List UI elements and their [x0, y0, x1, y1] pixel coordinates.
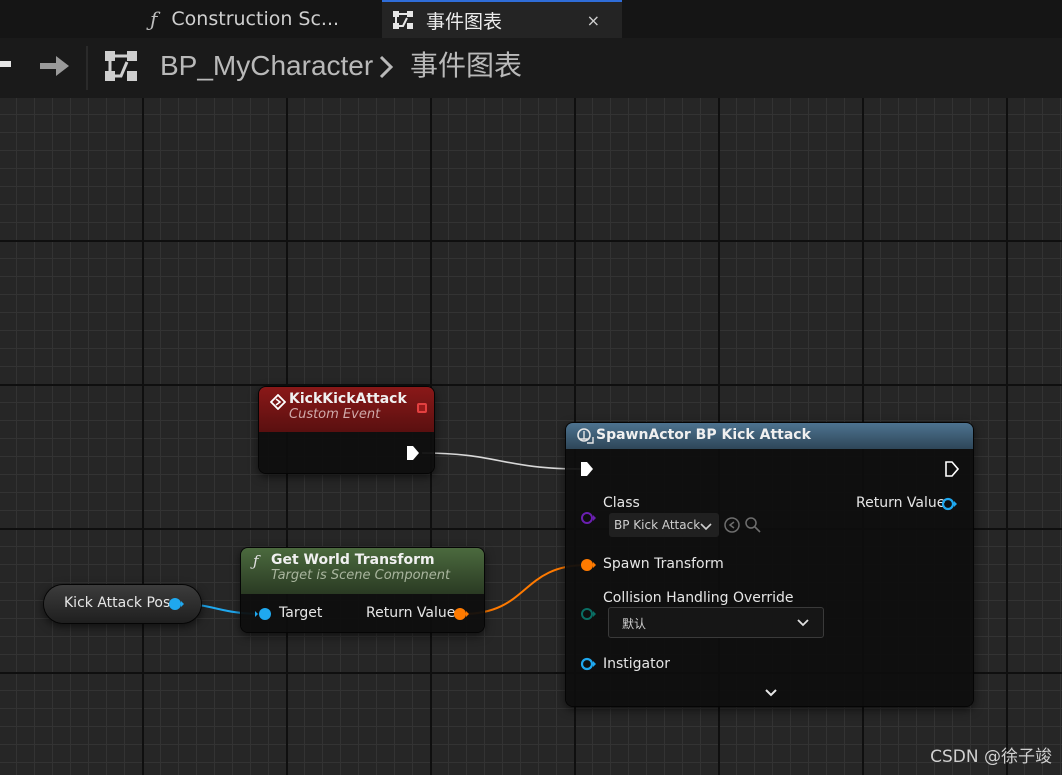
- pin-label-spawn-transform: Spawn Transform: [603, 556, 724, 572]
- delegate-pin[interactable]: [417, 403, 427, 413]
- search-icon[interactable]: [744, 516, 762, 534]
- node-title: Get World Transform: [271, 552, 435, 568]
- pin-label-return-value: Return Value: [366, 605, 456, 621]
- node-header: ƒ Get World Transform Target is Scene Co…: [241, 548, 484, 594]
- chevron-down-icon: [700, 523, 712, 531]
- event-icon: [270, 394, 286, 410]
- spawn-actor-node[interactable]: SpawnActor BP Kick Attack Class BP Kick …: [566, 423, 973, 706]
- spawn-actor-icon: [577, 428, 594, 444]
- get-world-transform-node[interactable]: ƒ Get World Transform Target is Scene Co…: [241, 548, 484, 632]
- expand-chevron-icon[interactable]: [764, 688, 778, 698]
- enum-in-pin[interactable]: [579, 606, 597, 622]
- class-in-pin[interactable]: [579, 510, 597, 526]
- watermark: CSDN @徐子竣: [930, 747, 1052, 767]
- pin-label-return-value: Return Value: [856, 495, 946, 511]
- browse-icon[interactable]: [723, 516, 741, 534]
- collision-select-value: 默认: [622, 617, 647, 631]
- custom-event-node[interactable]: KickKickAttack Custom Event: [259, 387, 434, 473]
- chevron-down-icon: [797, 619, 809, 627]
- collision-handling-select[interactable]: 默认: [608, 607, 824, 638]
- node-subtitle: Target is Scene Component: [271, 568, 451, 583]
- object-in-pin[interactable]: [579, 656, 597, 672]
- variable-label: Kick Attack Pos: [64, 595, 171, 611]
- function-icon: ƒ: [253, 552, 259, 570]
- node-title: KickKickAttack: [289, 391, 407, 407]
- pin-label-class: Class: [603, 495, 640, 511]
- exec-wire: [421, 452, 586, 470]
- object-out-pin[interactable]: [940, 496, 958, 512]
- pin-label-instigator: Instigator: [603, 656, 670, 672]
- target-in-pin[interactable]: [255, 606, 273, 622]
- node-header: KickKickAttack Custom Event: [259, 387, 434, 432]
- transform-in-pin[interactable]: [579, 557, 597, 573]
- object-out-pin[interactable]: [168, 596, 184, 612]
- node-subtitle: Custom Event: [289, 407, 381, 422]
- node-title: SpawnActor BP Kick Attack: [596, 427, 811, 443]
- class-select[interactable]: BP Kick Attack: [609, 513, 719, 537]
- exec-out-pin[interactable]: [945, 461, 959, 477]
- transform-out-pin[interactable]: [452, 606, 470, 622]
- pin-label-target: Target: [279, 605, 323, 621]
- exec-out-pin[interactable]: [406, 445, 420, 461]
- exec-in-pin[interactable]: [580, 461, 594, 477]
- class-select-value: BP Kick Attack: [614, 518, 701, 532]
- variable-node-kick-attack-pos[interactable]: Kick Attack Pos: [44, 585, 201, 623]
- node-header: SpawnActor BP Kick Attack: [566, 423, 973, 449]
- pin-label-collision-handling: Collision Handling Override: [603, 590, 794, 606]
